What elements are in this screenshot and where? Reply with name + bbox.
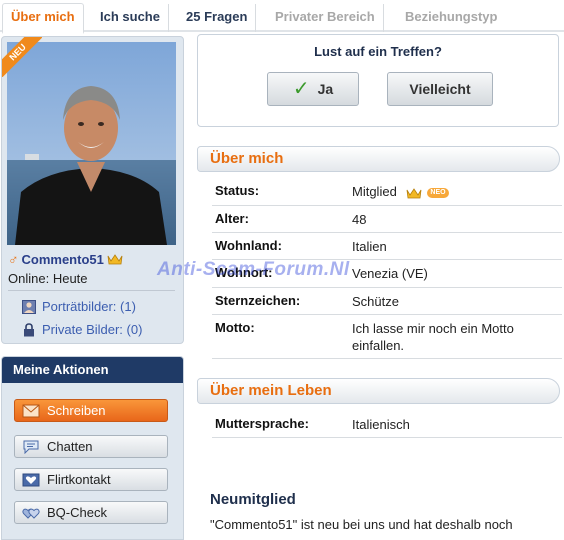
crown-icon bbox=[407, 187, 422, 198]
tab-25-fragen[interactable]: 25 Fragen bbox=[178, 4, 257, 32]
info-row-status: Status: Mitglied NEO bbox=[212, 178, 562, 206]
age-label: Alter: bbox=[215, 211, 249, 226]
meeting-box: Lust auf ein Treffen? ✓ Ja Vielleicht bbox=[197, 34, 559, 127]
neo-badge: NEO bbox=[427, 187, 449, 198]
native-language-label: Muttersprache: bbox=[215, 416, 309, 431]
status-label: Status: bbox=[215, 183, 260, 198]
motto-value: Ich lasse mir noch ein Motto einfallen. bbox=[352, 321, 514, 353]
tab-privater-bereich[interactable]: Privater Bereich bbox=[267, 4, 384, 32]
country-label: Wohnland: bbox=[215, 238, 282, 253]
username-row: ♂ Commento51 bbox=[8, 251, 123, 267]
male-symbol-icon: ♂ bbox=[8, 251, 19, 267]
online-status: Online: Heute bbox=[8, 271, 88, 286]
online-label: Online: bbox=[8, 271, 50, 286]
new-ribbon: NEU bbox=[2, 37, 42, 77]
maybe-button-label: Vielleicht bbox=[409, 81, 471, 97]
flirt-contact-button-label: Flirtkontakt bbox=[47, 472, 111, 487]
profile-card: NEU ♂ Commento51 Online: Heute Porträtbi… bbox=[1, 36, 184, 344]
portrait-pictures-link[interactable]: Porträtbilder: (1) bbox=[22, 299, 136, 314]
portrait-person-icon bbox=[22, 299, 36, 314]
lock-icon bbox=[24, 322, 34, 336]
status-badges: NEO bbox=[406, 187, 449, 199]
city-label: Wohnort: bbox=[215, 265, 273, 280]
info-row-age: Alter: 48 bbox=[212, 206, 562, 233]
card-divider bbox=[8, 290, 175, 291]
chat-button[interactable]: Chatten bbox=[14, 435, 168, 458]
actions-title: Meine Aktionen bbox=[2, 357, 183, 383]
age-value: 48 bbox=[352, 212, 367, 227]
crown-icon bbox=[107, 254, 123, 265]
portrait-pictures-label: Porträtbilder: (1) bbox=[42, 299, 136, 314]
status-value: Mitglied bbox=[352, 184, 397, 199]
new-member-title: Neumitglied bbox=[210, 491, 296, 508]
flirt-contact-button[interactable]: Flirtkontakt bbox=[14, 468, 168, 491]
chat-button-label: Chatten bbox=[47, 439, 93, 454]
yes-button-label: Ja bbox=[317, 81, 334, 97]
private-pictures-link[interactable]: Private Bilder: (0) bbox=[22, 322, 142, 337]
about-me-header: Über mich bbox=[197, 146, 560, 172]
info-row-country: Wohnland: Italien bbox=[212, 233, 562, 260]
username-link[interactable]: Commento51 bbox=[22, 252, 104, 267]
zodiac-label: Sternzeichen: bbox=[215, 293, 301, 308]
flirt-card-icon bbox=[22, 473, 40, 486]
tab-ueber-mich[interactable]: Über mich bbox=[2, 3, 84, 34]
info-row-zodiac: Sternzeichen: Schütze bbox=[212, 288, 562, 315]
actions-panel: Meine Aktionen Schreiben Chatten Flirtko… bbox=[1, 356, 184, 540]
country-value: Italien bbox=[352, 239, 387, 254]
status-value-container: Mitglied NEO bbox=[352, 183, 552, 200]
profile-tabs: Über mich Ich suche 25 Fragen Privater B… bbox=[0, 0, 564, 34]
checkmark-icon: ✓ bbox=[292, 78, 310, 100]
private-pictures-label: Private Bilder: (0) bbox=[42, 322, 143, 337]
hearts-icon bbox=[22, 508, 40, 519]
motto-label: Motto: bbox=[215, 320, 255, 335]
native-language-value: Italienisch bbox=[352, 417, 410, 432]
tab-beziehungstyp[interactable]: Beziehungstyp bbox=[397, 4, 505, 32]
city-value: Venezia (VE) bbox=[352, 266, 428, 281]
about-my-life-header: Über mein Leben bbox=[197, 378, 560, 404]
maybe-button[interactable]: Vielleicht bbox=[387, 72, 493, 106]
chat-bubble-icon bbox=[23, 440, 39, 454]
bq-check-button[interactable]: BQ-Check bbox=[14, 501, 168, 524]
info-row-motto: Motto: Ich lasse mir noch ein Motto einf… bbox=[212, 315, 562, 359]
write-button[interactable]: Schreiben bbox=[14, 399, 168, 422]
tab-ich-suche[interactable]: Ich suche bbox=[92, 4, 169, 32]
zodiac-value: Schütze bbox=[352, 294, 399, 309]
new-member-text: "Commento51" ist neu bei uns und hat des… bbox=[210, 517, 513, 532]
new-badge-label: NEU bbox=[2, 37, 42, 77]
write-button-label: Schreiben bbox=[47, 403, 106, 418]
info-row-city: Wohnort: Venezia (VE) bbox=[212, 260, 562, 288]
yes-button[interactable]: ✓ Ja bbox=[267, 72, 359, 106]
bq-check-button-label: BQ-Check bbox=[47, 505, 107, 520]
envelope-icon bbox=[22, 404, 40, 417]
meeting-question: Lust auf ein Treffen? bbox=[314, 44, 442, 59]
info-row-native-language: Muttersprache: Italienisch bbox=[212, 411, 562, 438]
online-value: Heute bbox=[52, 271, 88, 286]
